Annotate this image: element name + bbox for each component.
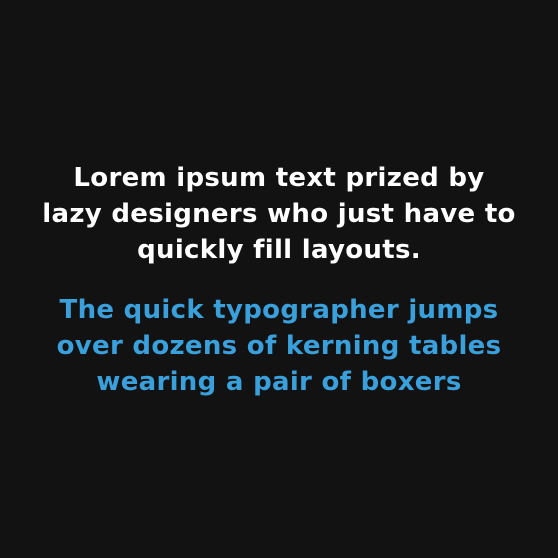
typographer-line-2: over dozens of kerning tables bbox=[56, 331, 502, 361]
lorem-ipsum-paragraph: Lorem ipsum text prized by lazy designer… bbox=[20, 160, 538, 268]
poster-canvas: Lorem ipsum text prized by lazy designer… bbox=[0, 0, 558, 558]
lorem-line-3: quickly fill layouts. bbox=[137, 235, 421, 265]
typographer-line-3: wearing a pair of boxers bbox=[96, 367, 462, 397]
lorem-line-2: lazy designers who just have to bbox=[42, 199, 516, 229]
lorem-line-1: Lorem ipsum text prized by bbox=[73, 163, 485, 193]
typographer-line-1: The quick typographer jumps bbox=[59, 295, 499, 325]
typographer-paragraph: The quick typographer jumps over dozens … bbox=[20, 292, 538, 400]
